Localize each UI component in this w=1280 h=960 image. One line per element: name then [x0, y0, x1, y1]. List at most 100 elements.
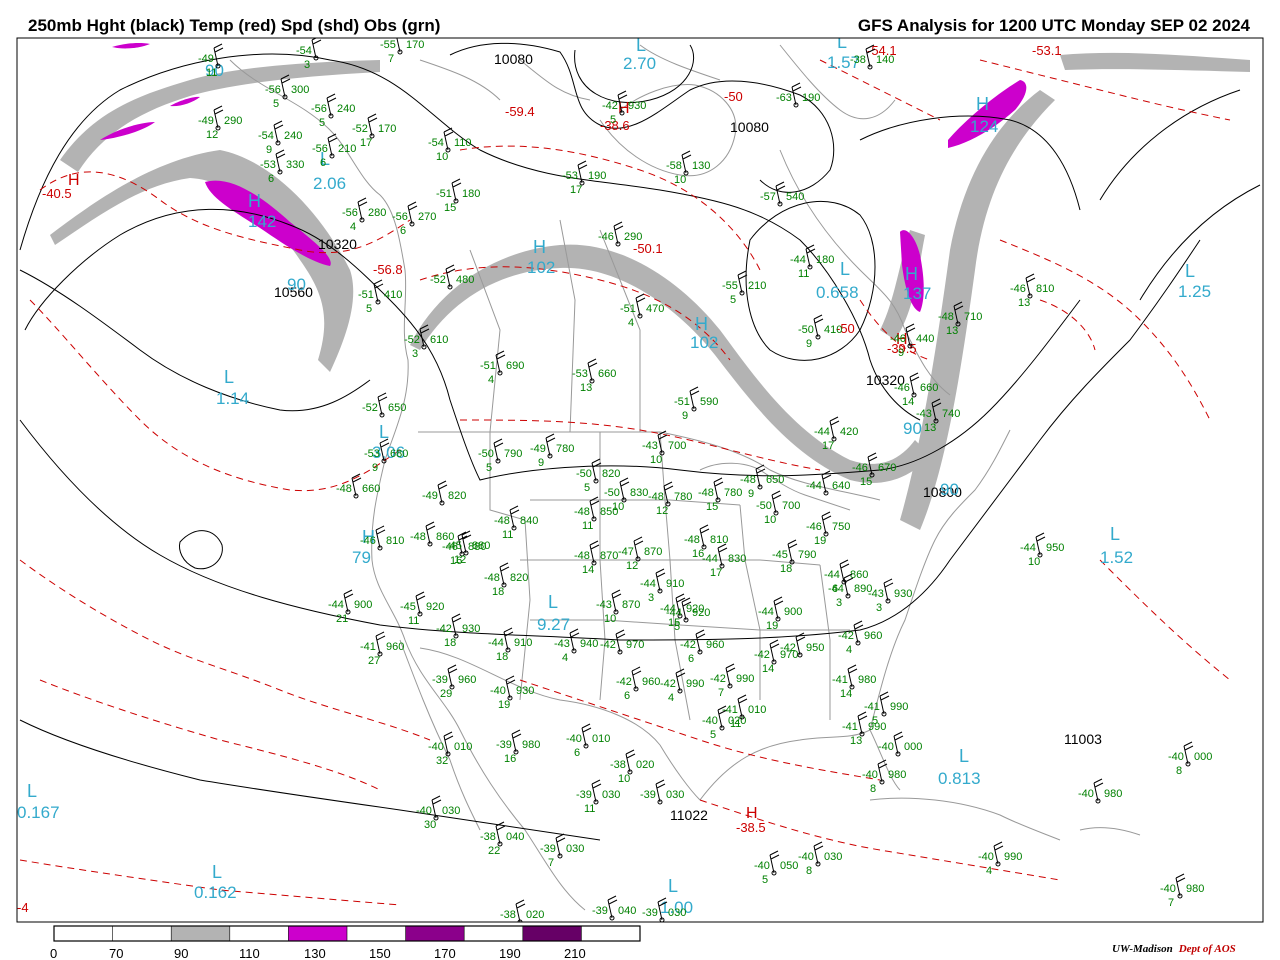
- obs-dewpoint: 4: [488, 374, 494, 386]
- legend-swatch: [405, 926, 465, 941]
- height-label: 10320: [318, 236, 357, 252]
- station-obs: -52 610 3: [404, 324, 448, 360]
- obs-temp: -43: [642, 440, 658, 452]
- obs-height: 410: [824, 324, 842, 336]
- obs-temp: -50: [478, 448, 494, 460]
- obs-dewpoint: 12: [454, 554, 466, 566]
- obs-dewpoint: 6: [624, 690, 630, 702]
- obs-temp: -41: [864, 701, 880, 713]
- speed-extremum-marker: H: [905, 264, 918, 284]
- obs-height: 860: [850, 569, 868, 581]
- obs-dewpoint: 10: [436, 151, 448, 163]
- obs-temp: -47: [618, 546, 634, 558]
- wind-barb-flag: [840, 563, 850, 569]
- legend-tick-label: 110: [239, 946, 260, 960]
- wind-barb-flag: [512, 733, 522, 739]
- station-obs: -39 030: [640, 779, 684, 805]
- station-obs: -42 960 6: [616, 666, 660, 702]
- wind-barb-flag: [343, 589, 353, 595]
- wind-barb-flag: [591, 458, 601, 464]
- station-obs: -56 270 6: [392, 201, 436, 237]
- jet-band-newfoundland: [1060, 52, 1250, 72]
- obs-temp: -40: [862, 769, 878, 781]
- speed-extremum-value: 142: [248, 212, 276, 231]
- obs-height: 990: [736, 673, 754, 685]
- wind-barb-flag: [857, 711, 867, 717]
- obs-height: 940: [580, 638, 598, 650]
- wind-barb-flag: [376, 635, 386, 641]
- obs-temp: -40: [878, 741, 894, 753]
- obs-height: 850: [600, 506, 618, 518]
- wind-barb-flag: [327, 97, 337, 103]
- wind-barb-flag: [617, 90, 627, 96]
- obs-temp: -40: [702, 715, 718, 727]
- obs-dewpoint: 12: [656, 505, 668, 517]
- obs-height: 110: [454, 137, 472, 149]
- wind-barb-flag: [772, 494, 782, 500]
- station-obs: -44 180 11: [790, 244, 834, 280]
- wind-barb-flag: [664, 485, 674, 491]
- obs-temp: -44: [806, 480, 822, 492]
- wind-barb-flag: [699, 524, 709, 530]
- wind-barb-flag: [1093, 778, 1103, 784]
- station-obs: -54 110 10: [428, 127, 472, 163]
- obs-temp: -50: [798, 324, 814, 336]
- obs-height: 960: [642, 676, 660, 688]
- obs-dewpoint: 17: [360, 137, 372, 149]
- wind-barb-flag: [879, 691, 889, 697]
- wind-barb-flag: [839, 559, 849, 565]
- wind-barb-flag: [636, 297, 646, 303]
- obs-dewpoint: 5: [366, 303, 372, 315]
- legend-swatch: [54, 926, 113, 941]
- station-obs: -44 830 17: [702, 543, 746, 579]
- legend-tick-label: 150: [369, 946, 391, 960]
- obs-height: 020: [526, 909, 544, 921]
- wind-barb-flag: [613, 221, 623, 227]
- obs-dewpoint: 3: [412, 348, 418, 360]
- obs-dewpoint: 5: [584, 482, 590, 494]
- wind-barb-flag: [452, 182, 462, 188]
- obs-height: 950: [1046, 542, 1064, 554]
- station-obs: -49 820: [422, 480, 466, 506]
- weather-map: 1008010080103201056010320108001100311022…: [16, 37, 1264, 960]
- obs-temp: -46: [852, 462, 868, 474]
- station-obs: -48 660: [336, 473, 380, 499]
- obs-height: 980: [888, 769, 906, 781]
- obs-dewpoint: 7: [548, 857, 554, 869]
- credit-department: Dept of AOS: [1178, 943, 1236, 955]
- obs-height: 470: [646, 303, 664, 315]
- temp-contour-8: [519, 679, 881, 781]
- station-obs: -40 990 4: [978, 841, 1022, 877]
- wind-barb-flag: [496, 354, 506, 360]
- obs-height: 750: [832, 521, 850, 533]
- obs-height: 240: [284, 130, 302, 142]
- obs-dewpoint: 7: [718, 687, 724, 699]
- station-obs: -40 050 5: [754, 850, 798, 886]
- obs-dewpoint: 8: [870, 783, 876, 795]
- obs-temp: -40: [1078, 788, 1094, 800]
- obs-height: 040: [618, 905, 636, 917]
- obs-temp: -50: [604, 487, 620, 499]
- wind-barb-flag: [425, 521, 435, 527]
- obs-height: 300: [291, 84, 309, 96]
- obs-temp: -42: [680, 639, 696, 651]
- obs-height: 980: [1104, 788, 1122, 800]
- temp-contour-11: [999, 239, 1211, 421]
- baja-coast: [399, 639, 481, 831]
- obs-height: 780: [724, 487, 742, 499]
- obs-height: 980: [522, 739, 540, 751]
- obs-height: 980: [1186, 883, 1204, 895]
- obs-height: 920: [692, 607, 710, 619]
- wind-barb-flag: [775, 181, 785, 187]
- wind-barb-flag: [737, 694, 747, 700]
- obs-dewpoint: 3: [304, 59, 310, 71]
- station-obs: -48 780 15: [698, 477, 742, 513]
- speed-extremum-value: 90: [940, 480, 959, 499]
- wind-barb-flag: [446, 268, 456, 274]
- station-obs: -55 170 7: [380, 38, 424, 65]
- wind-barb-flag: [607, 895, 617, 901]
- obs-height: 930: [628, 100, 646, 112]
- obs-dewpoint: 15: [444, 202, 456, 214]
- wind-barb-flag: [853, 620, 863, 626]
- obs-temp: -38: [850, 54, 866, 66]
